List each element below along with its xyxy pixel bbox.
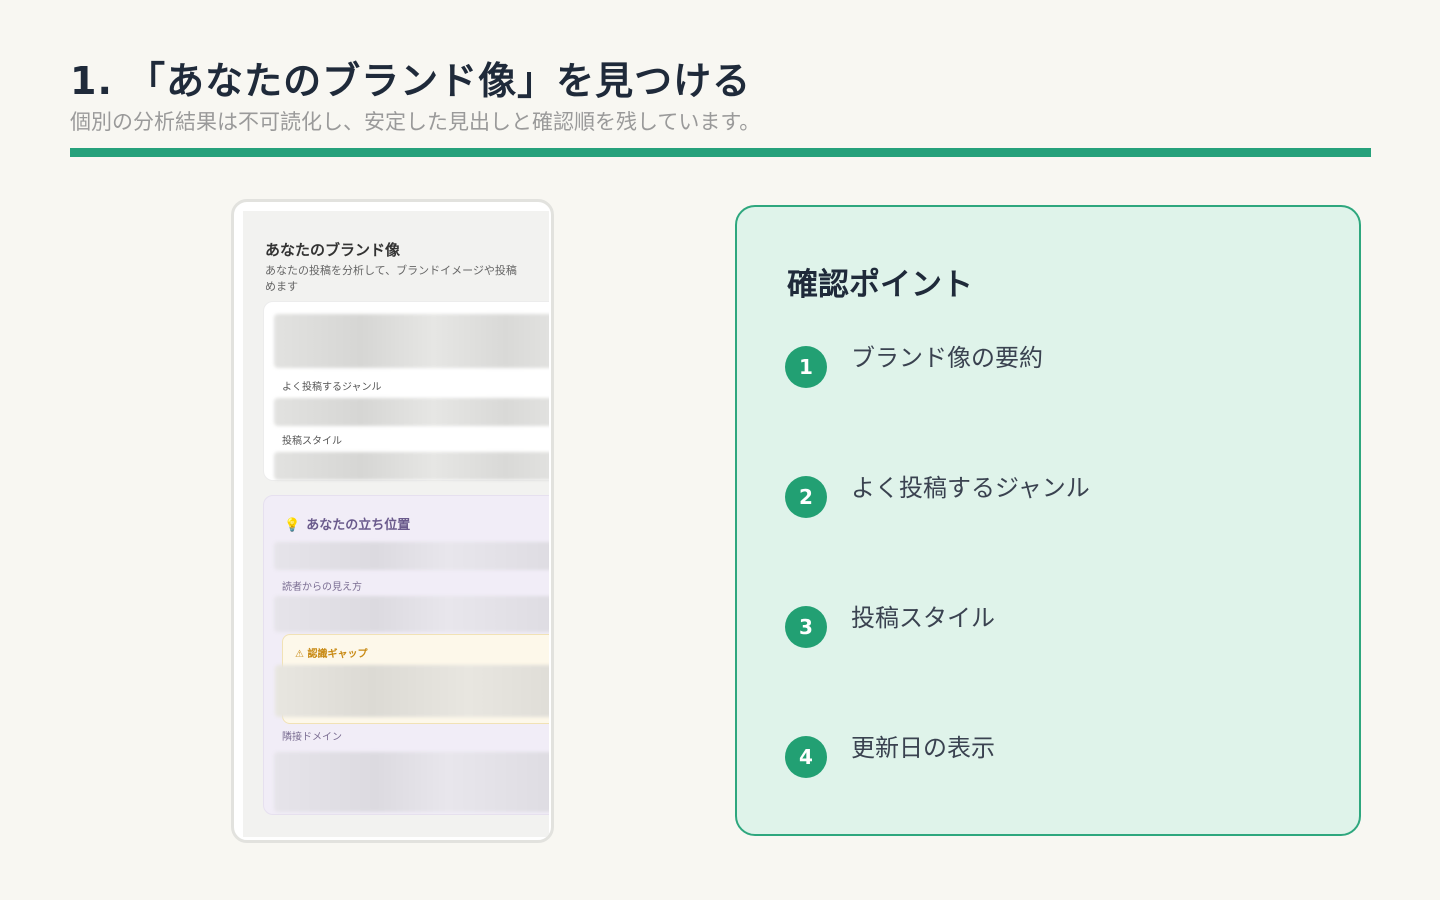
check-point-label: ブランド像の要約 — [851, 344, 1043, 372]
blurred-summary — [274, 314, 549, 368]
check-points-title: 確認ポイント — [787, 267, 973, 303]
bulb-icon: 💡 — [284, 518, 301, 533]
brand-summary-card: よく投稿するジャンル 投稿スタイル — [263, 301, 549, 481]
genre-label: よく投稿するジャンル — [282, 382, 382, 393]
check-points-panel: 確認ポイント 1 ブランド像の要約 2 よく投稿するジャンル 3 投稿スタイル … — [735, 205, 1361, 836]
blurred-genre — [274, 398, 549, 426]
check-point-label: 投稿スタイル — [851, 604, 995, 632]
position-card: 💡 あなたの立ち位置 読者からの見え方 ⚠ 認識ギャップ 隣接ドメイン — [263, 495, 549, 815]
description-line-2: めます — [265, 280, 298, 293]
number-badge: 3 — [785, 606, 827, 648]
check-point-label: 更新日の表示 — [851, 734, 995, 762]
page-subtitle: 個別の分析結果は不可読化し、安定した見出しと確認順を残しています。 — [70, 110, 761, 134]
position-title: あなたの立ち位置 — [306, 518, 411, 533]
phone-screen: あなたのブランド像 あなたの投稿を分析して、ブランドイメージや投稿 めます よく… — [243, 211, 549, 837]
blurred-reader-view — [274, 596, 549, 632]
brand-image-heading: あなたのブランド像 — [265, 241, 401, 259]
title-divider — [70, 148, 1371, 157]
perception-gap-box: ⚠ 認識ギャップ — [275, 634, 549, 724]
position-heading: 💡 あなたの立ち位置 — [284, 514, 410, 533]
style-label: 投稿スタイル — [282, 436, 342, 447]
number-badge: 2 — [785, 476, 827, 518]
brand-image-description: あなたの投稿を分析して、ブランドイメージや投稿 めます — [265, 263, 549, 295]
check-point-label: よく投稿するジャンル — [851, 474, 1090, 502]
description-line-1: あなたの投稿を分析して、ブランドイメージや投稿 — [265, 264, 517, 277]
blurred-domains — [274, 752, 549, 812]
blurred-style — [274, 452, 549, 480]
adjacent-domain-label: 隣接ドメイン — [282, 732, 342, 743]
number-badge: 1 — [785, 346, 827, 388]
page-title: 1. 「あなたのブランド像」を見つける — [70, 59, 752, 103]
blurred-position — [274, 542, 549, 570]
blurred-gap — [275, 665, 549, 717]
perception-gap-label: ⚠ 認識ギャップ — [295, 649, 368, 660]
number-badge: 4 — [785, 736, 827, 778]
phone-mockup: あなたのブランド像 あなたの投稿を分析して、ブランドイメージや投稿 めます よく… — [231, 199, 554, 843]
reader-view-label: 読者からの見え方 — [282, 582, 362, 593]
